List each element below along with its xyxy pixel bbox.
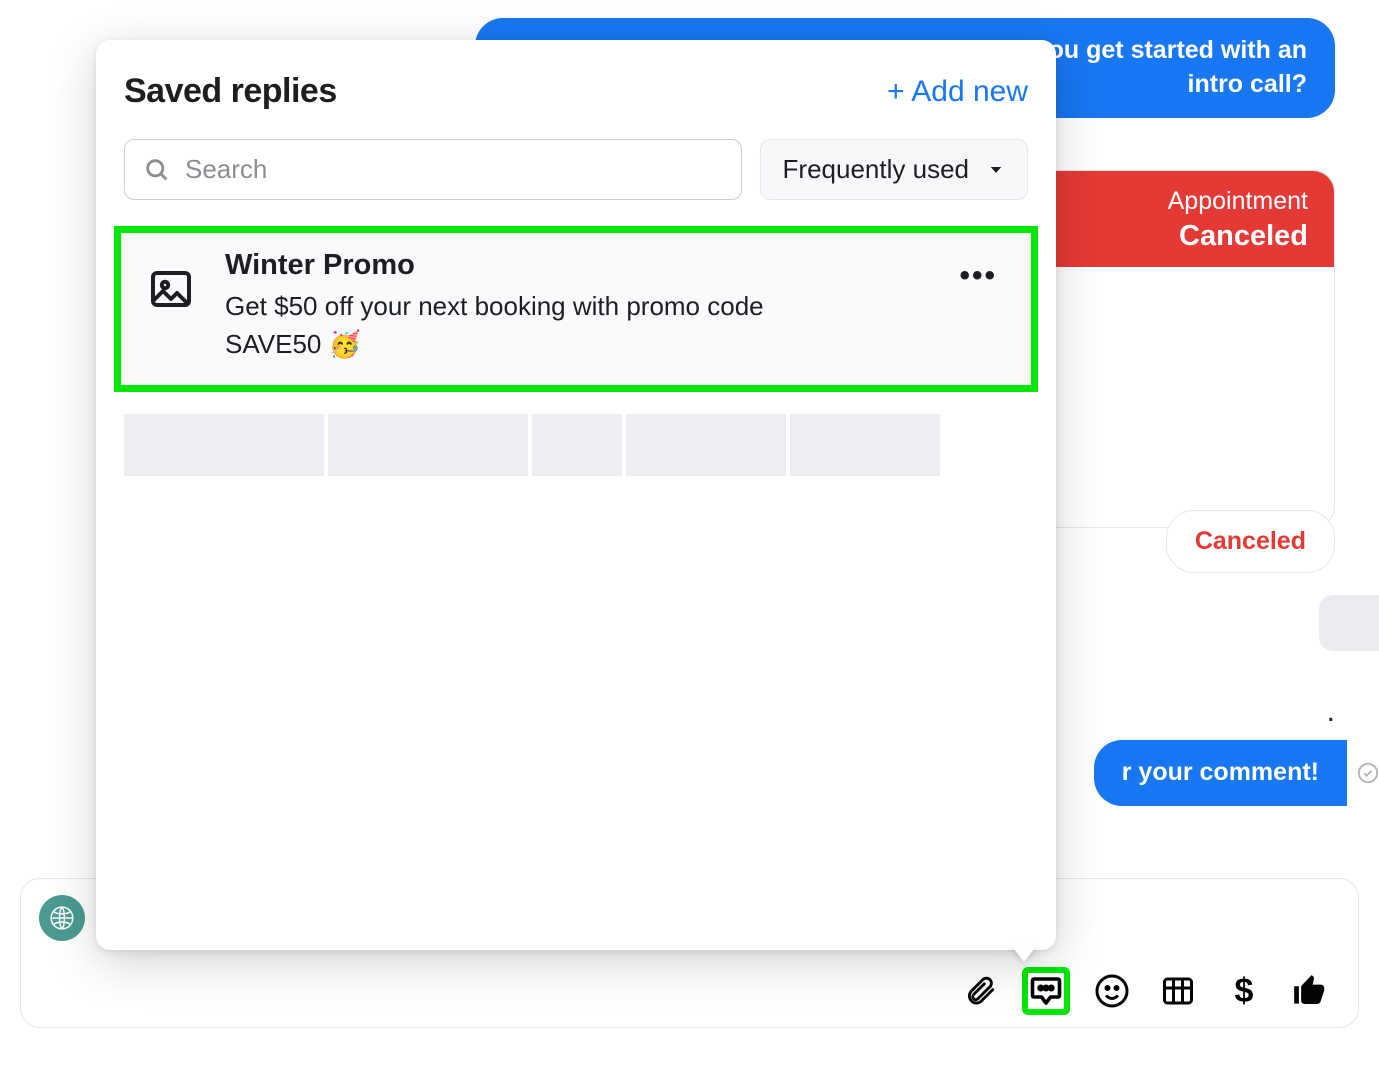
sort-label: Frequently used [783, 154, 969, 185]
sent-check-icon [1357, 762, 1379, 784]
dollar-icon[interactable]: $ [1220, 967, 1268, 1015]
attachment-icon[interactable] [956, 967, 1004, 1015]
chevron-down-icon [987, 161, 1005, 179]
table-icon[interactable] [1154, 967, 1202, 1015]
search-icon [143, 156, 171, 184]
search-input[interactable] [185, 154, 723, 185]
placeholder-row [124, 414, 1028, 476]
text-fragment: . [1327, 695, 1335, 729]
add-new-button[interactable]: + Add new [887, 75, 1028, 109]
incoming-bubble-fragment [1319, 595, 1379, 651]
avatar [39, 895, 85, 941]
outgoing-row: r your comment! [1094, 740, 1379, 806]
outgoing-message-partial: r your comment! [1094, 740, 1347, 806]
image-icon [147, 265, 195, 313]
search-box[interactable] [124, 139, 742, 200]
popup-title: Saved replies [124, 72, 337, 111]
status-bubble: Canceled [1166, 510, 1335, 573]
sort-select[interactable]: Frequently used [760, 139, 1028, 200]
popup-tail [1010, 944, 1038, 962]
reply-menu-button[interactable]: ••• [959, 259, 997, 293]
saved-replies-icon[interactable] [1022, 967, 1070, 1015]
saved-reply-body: Get $50 off your next booking with promo… [225, 288, 865, 363]
saved-reply-title: Winter Promo [225, 249, 929, 282]
smiley-icon[interactable] [1088, 967, 1136, 1015]
saved-reply-item[interactable]: Winter Promo Get $50 off your next booki… [114, 226, 1038, 392]
thumbs-up-icon[interactable] [1286, 967, 1334, 1015]
composer-toolbar: $ [39, 967, 1340, 1015]
saved-replies-popup: Saved replies + Add new Frequently used … [96, 40, 1056, 950]
